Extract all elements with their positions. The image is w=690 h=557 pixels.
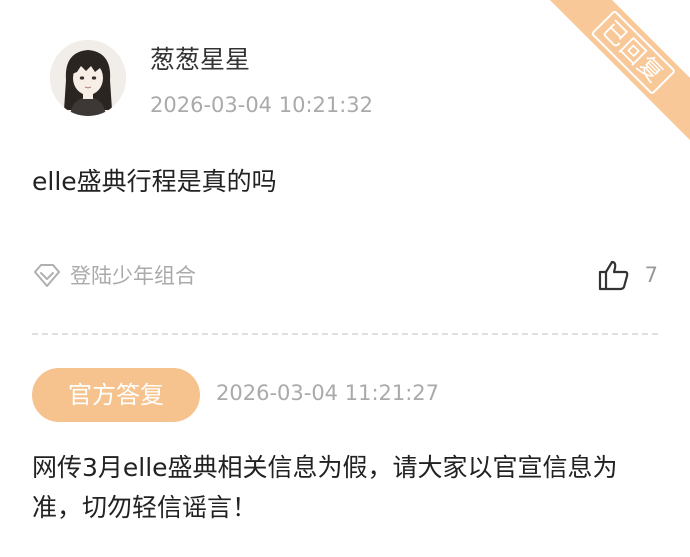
reply-timestamp: 2026-03-04 11:21:27	[216, 381, 440, 405]
official-reply-badge: 官方答复	[32, 368, 200, 422]
avatar-image	[50, 40, 126, 116]
like-count: 7	[644, 263, 658, 287]
reply-text: 网传3月elle盛典相关信息为假，请大家以官宣信息为准，切勿轻信谣言！	[32, 453, 618, 522]
status-ribbon: 已回复	[536, 0, 690, 149]
topic-tag[interactable]: 登陆少年组合	[32, 260, 196, 290]
avatar[interactable]	[50, 40, 126, 116]
question-text: elle盛典行程是真的吗	[32, 167, 277, 196]
divider	[32, 333, 658, 335]
diamond-icon	[34, 264, 60, 287]
thumbs-up-icon	[598, 260, 628, 291]
qa-card: 已回复 葱葱星星 2026-03-04 10:21:32 elle盛典行程是真的…	[0, 0, 690, 557]
topic-label: 登陆少年组合	[70, 264, 196, 288]
like-button[interactable]: 7	[597, 258, 658, 292]
status-ribbon-label: 已回复	[590, 9, 676, 95]
username[interactable]: 葱葱星星	[150, 40, 250, 76]
post-timestamp: 2026-03-04 10:21:32	[150, 93, 374, 117]
